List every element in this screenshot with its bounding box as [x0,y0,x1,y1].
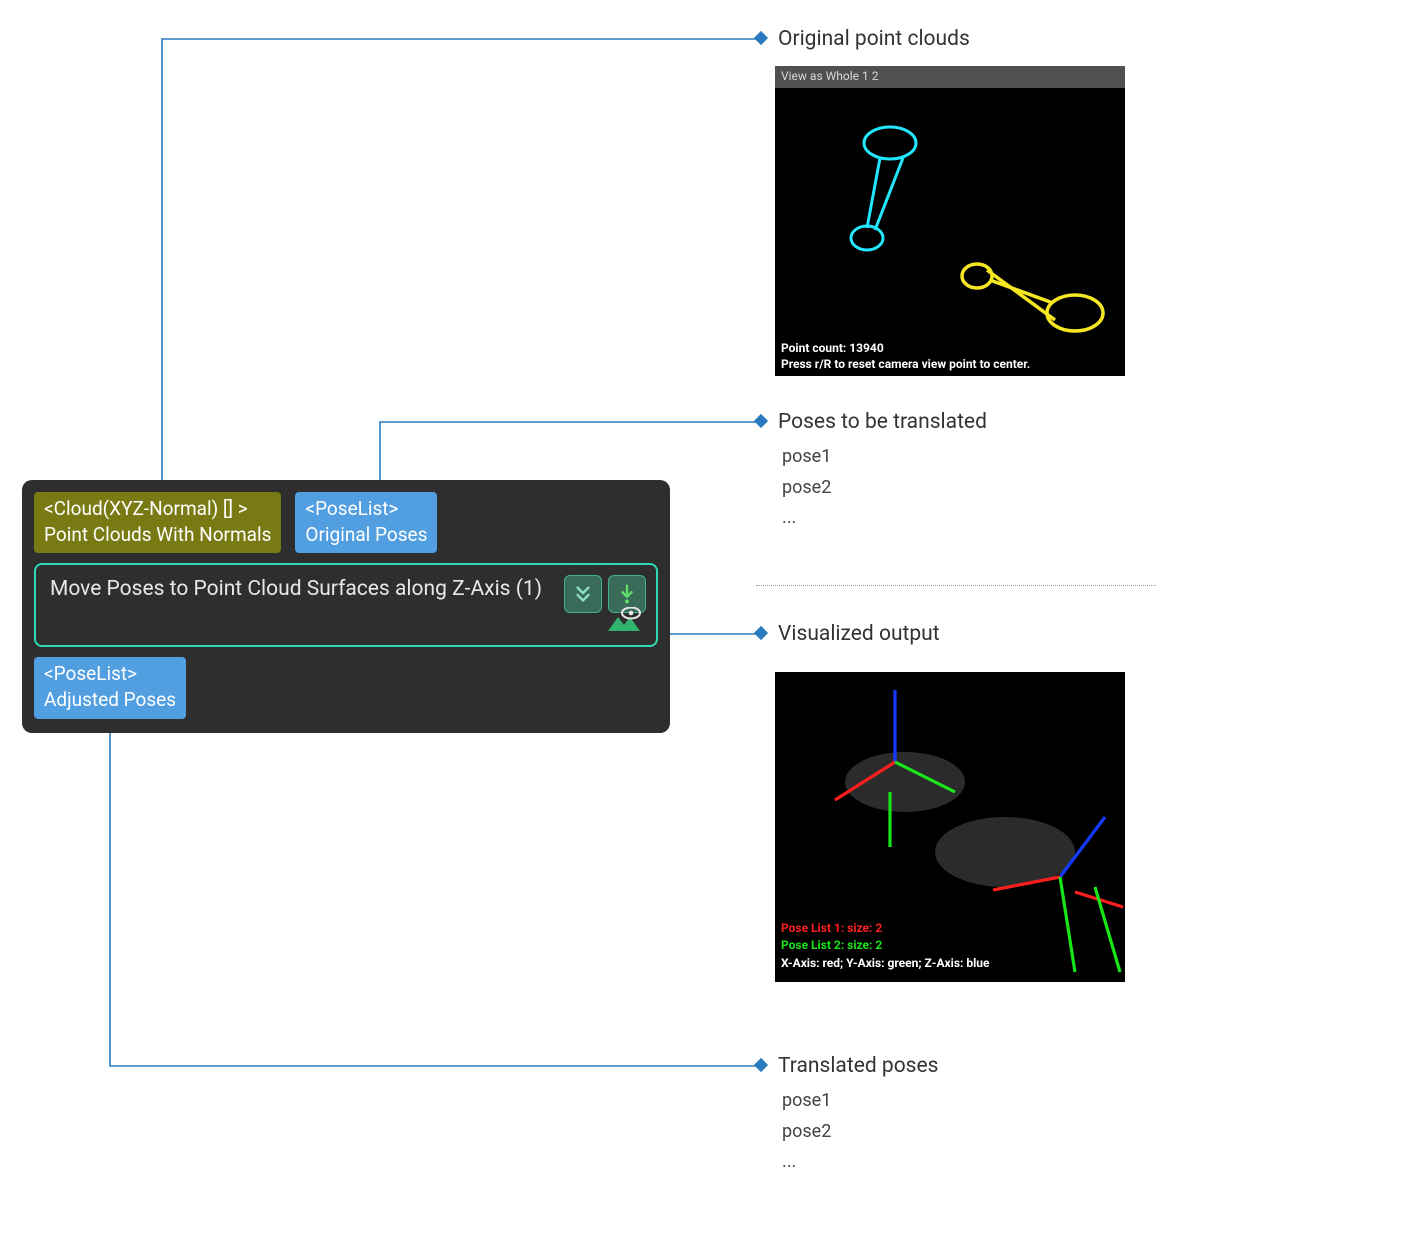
diamond-icon [754,31,768,45]
callout-label: Translated poses [778,1054,939,1078]
point-cloud-visual [775,88,1125,376]
diamond-icon [754,1058,768,1072]
callout-label: Poses to be translated [778,410,987,434]
run-step-button[interactable] [564,575,602,613]
step-node: <Cloud(XYZ-Normal) [] > Point Clouds Wit… [22,480,670,733]
port-label: Adjusted Poses [44,688,176,711]
callout-original-point-clouds: Original point clouds [756,27,970,51]
node-title: Move Poses to Point Cloud Surfaces along… [50,577,542,601]
list-item: pose1 [782,1086,939,1117]
callout-label: Original point clouds [778,27,970,51]
eye-landscape-icon [606,607,642,633]
port-type: <PoseList> [305,496,427,522]
point-cloud-viewer: View as Whole 1 2 Point count: 13940 Pre… [775,66,1125,376]
viewer-footer: Point count: 13940 Press r/R to reset ca… [781,340,1030,372]
visualize-output-button[interactable] [606,607,642,637]
port-label: Original Poses [305,523,427,546]
double-chevron-down-icon [572,583,594,605]
pose-list: pose1 pose2 ... [782,442,987,534]
diamond-icon [754,414,768,428]
viewer-hint-text: Press r/R to reset camera view point to … [781,356,1030,372]
pose-list-1-size: Pose List 1: size: 2 [781,920,989,937]
section-divider [756,585,1156,586]
callout-translated-poses: Translated poses pose1 pose2 ... [756,1054,939,1178]
list-item: pose2 [782,1117,939,1148]
axis-legend: X-Axis: red; Y-Axis: green; Z-Axis: blue [781,955,989,972]
list-item: pose1 [782,442,987,473]
pose-list-2-size: Pose List 2: size: 2 [781,937,989,954]
port-type: <Cloud(XYZ-Normal) [] > [44,496,271,522]
input-port-original-poses[interactable]: <PoseList> Original Poses [295,492,437,553]
input-port-point-clouds[interactable]: <Cloud(XYZ-Normal) [] > Point Clouds Wit… [34,492,281,553]
port-label: Point Clouds With Normals [44,523,271,546]
port-type: <PoseList> [44,661,176,687]
point-count-text: Point count: 13940 [781,340,1030,356]
viewer-header[interactable]: View as Whole 1 2 [775,66,1125,88]
pose-viewer-legend: Pose List 1: size: 2 Pose List 2: size: … [781,920,989,972]
callout-visualized-output: Visualized output [756,622,940,646]
list-item: ... [782,1147,939,1178]
callout-label: Visualized output [778,622,940,646]
list-item: ... [782,503,987,534]
down-arrow-stop-icon [616,583,638,605]
node-body: Move Poses to Point Cloud Surfaces along… [34,563,658,647]
list-item: pose2 [782,473,987,504]
diamond-icon [754,626,768,640]
output-port-adjusted-poses[interactable]: <PoseList> Adjusted Poses [34,657,186,718]
callout-poses-to-translate: Poses to be translated pose1 pose2 ... [756,410,987,534]
pose-viewer: Pose List 1: size: 2 Pose List 2: size: … [775,672,1125,982]
pose-list: pose1 pose2 ... [782,1086,939,1178]
